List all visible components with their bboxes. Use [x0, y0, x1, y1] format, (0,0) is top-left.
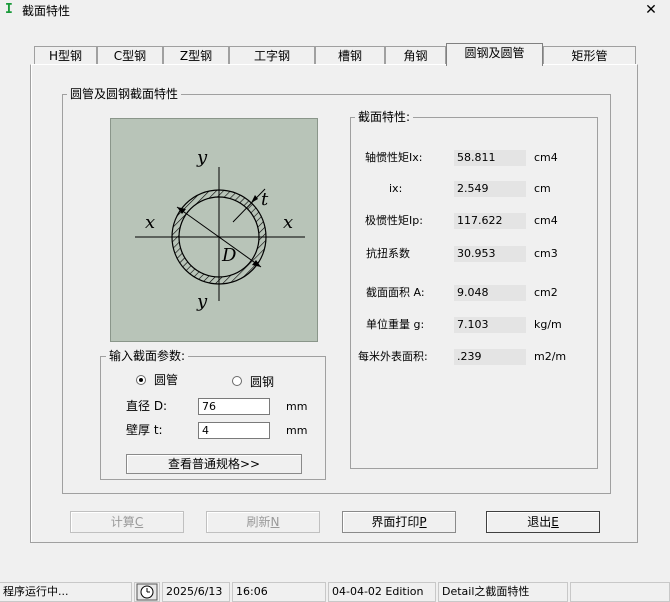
tab-i-beam[interactable]: 工字钢 [229, 46, 315, 64]
diagram-d-label: D [222, 245, 237, 266]
prop-unit-ip: cm4 [534, 214, 558, 227]
tab-rect-tube[interactable]: 矩形管 [543, 46, 636, 64]
thickness-input[interactable]: 4 [198, 422, 270, 439]
prop-label-torsion: 抗扭系数 [366, 247, 410, 260]
tab-z-steel[interactable]: Z型钢 [163, 46, 229, 64]
status-time: 16:06 [232, 582, 326, 602]
prop-value-surface: .239 [454, 349, 526, 365]
diagram-x-left-label: x [145, 212, 156, 233]
status-date: 2025/6/13 [162, 582, 230, 602]
radio-bar[interactable] [232, 376, 242, 386]
diameter-label: 直径 D: [126, 399, 168, 413]
prop-value-ip: 117.622 [454, 213, 526, 229]
calculate-button-key: C [134, 515, 144, 529]
status-detail: Detail之截面特性 [438, 582, 568, 602]
prop-unit-area: cm2 [534, 286, 558, 299]
exit-button-label: 退出 [527, 515, 552, 529]
app-icon: I [5, 2, 13, 17]
diameter-unit: mm [286, 400, 308, 413]
close-button[interactable]: ✕ [634, 0, 668, 20]
prop-unit-torsion: cm3 [534, 247, 558, 260]
prop-label-surface: 每米外表面积: [358, 350, 428, 363]
section-props-group-title: 圆管及圆钢截面特性 [67, 87, 182, 101]
window-title: 截面特性 [22, 4, 71, 18]
radio-bar-label: 圆钢 [250, 375, 275, 389]
tab-channel[interactable]: 槽钢 [315, 46, 385, 64]
tab-c-steel[interactable]: C型钢 [97, 46, 163, 64]
diagram-x-right-label: x [283, 212, 294, 233]
exit-button-key: E [551, 515, 559, 529]
refresh-button-label: 刷新 [246, 515, 271, 529]
prop-label-ip: 极惯性矩Ip: [365, 214, 423, 227]
tab-round[interactable]: 圆钢及圆管 [446, 43, 543, 66]
diagram-y-top-label: y [197, 147, 208, 168]
view-standard-specs-button[interactable]: 查看普通规格>> [126, 454, 302, 474]
radio-pipe[interactable] [136, 375, 146, 385]
print-button-label: 界面打印 [371, 515, 420, 529]
title-bar: I 截面特性 ✕ [0, 0, 670, 20]
prop-unit-radius: cm [534, 182, 551, 195]
prop-unit-ix: cm4 [534, 151, 558, 164]
prop-value-torsion: 30.953 [454, 246, 526, 262]
prop-label-radius: ix: [389, 182, 403, 195]
status-extra [570, 582, 670, 602]
prop-unit-weight: kg/m [534, 318, 562, 331]
prop-value-area: 9.048 [454, 285, 526, 301]
exit-button[interactable]: 退出E [486, 511, 600, 533]
print-button-key: P [419, 515, 427, 529]
input-params-group-title: 输入截面参数: [106, 349, 189, 363]
prop-label-ix: 轴惯性矩Ix: [365, 151, 423, 164]
clock-icon [134, 582, 160, 602]
tab-angle[interactable]: 角钢 [385, 46, 446, 64]
calculate-button[interactable]: 计算C [70, 511, 184, 533]
status-edition: 04-04-02 Edition [328, 582, 436, 602]
thickness-label: 壁厚 t: [126, 423, 163, 437]
prop-unit-surface: m2/m [534, 350, 567, 363]
prop-value-weight: 7.103 [454, 317, 526, 333]
refresh-button-key: N [270, 515, 280, 529]
diameter-input[interactable]: 76 [198, 398, 270, 415]
calculate-button-label: 计算 [110, 515, 135, 529]
status-state: 程序运行中... [0, 582, 132, 602]
diagram-y-bottom-label: y [197, 291, 208, 312]
refresh-button[interactable]: 刷新N [206, 511, 320, 533]
prop-label-weight: 单位重量 g: [366, 318, 425, 331]
thickness-unit: mm [286, 424, 308, 437]
prop-value-ix: 58.811 [454, 150, 526, 166]
radio-pipe-label: 圆管 [154, 373, 179, 387]
properties-group-title: 截面特性: [355, 110, 414, 124]
diagram-t-label: t [261, 189, 269, 210]
status-bar: 程序运行中... 2025/6/13 16:06 04-04-02 Editio… [0, 580, 670, 602]
print-button[interactable]: 界面打印P [342, 511, 456, 533]
section-diagram: y y x x t D [110, 118, 318, 342]
prop-label-area: 截面面积 A: [366, 286, 425, 299]
tab-h-steel[interactable]: H型钢 [34, 46, 97, 64]
prop-value-radius: 2.549 [454, 181, 526, 197]
